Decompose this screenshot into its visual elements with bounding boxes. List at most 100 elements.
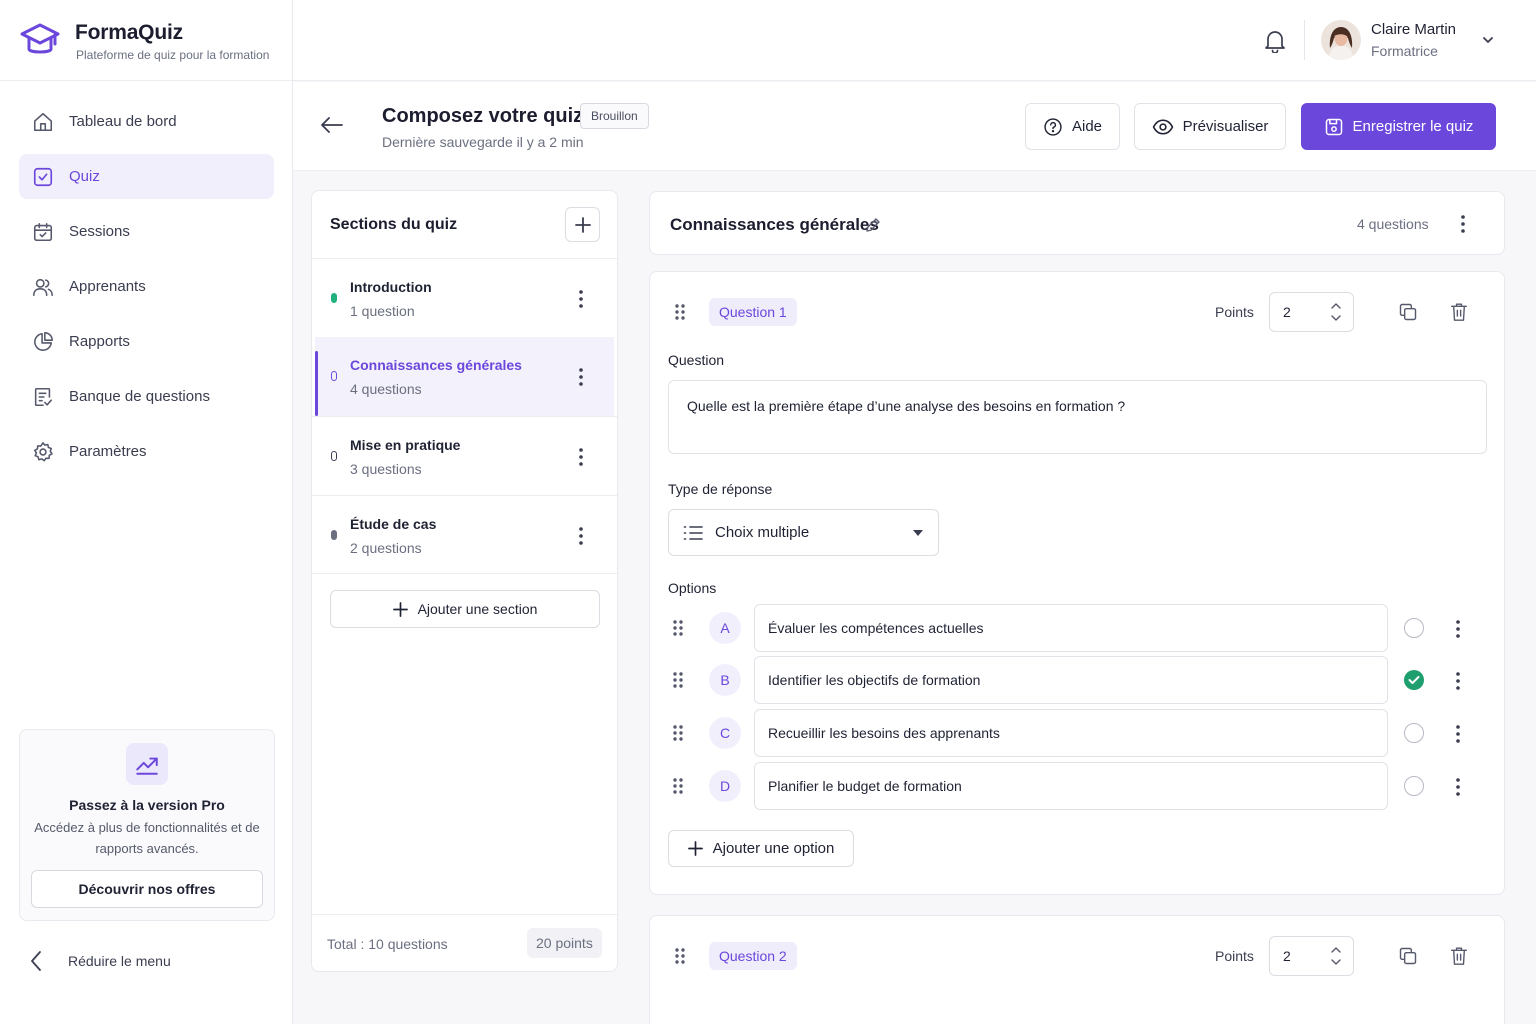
trending-up-icon — [126, 743, 168, 785]
nav-label: Apprenants — [69, 278, 146, 295]
caret-down-icon — [913, 530, 923, 536]
calendar-icon — [32, 221, 54, 243]
home-icon — [32, 111, 54, 133]
correct-answer-radio[interactable] — [1404, 723, 1424, 743]
more-vertical-icon[interactable] — [578, 289, 584, 309]
nav-label: Quiz — [69, 168, 100, 185]
points-value: 2 — [1283, 948, 1291, 964]
user-name: Claire Martin — [1371, 21, 1457, 38]
add-option-button[interactable]: Ajouter une option — [668, 830, 854, 867]
more-vertical-icon[interactable] — [578, 447, 584, 467]
question-text-input[interactable]: Quelle est la première étape d’une analy… — [668, 380, 1487, 454]
option-text-input[interactable]: Évaluer les compétences actuelles — [754, 604, 1388, 652]
discover-offers-button[interactable]: Découvrir nos offres — [31, 870, 263, 908]
brand-tagline: Plateforme de quiz pour la formation — [76, 48, 270, 62]
nav-item-rapports[interactable]: Rapports — [19, 319, 274, 364]
add-section-button[interactable]: Ajouter une section — [330, 590, 600, 628]
help-label: Aide — [1071, 118, 1103, 135]
drag-handle-icon[interactable] — [674, 303, 686, 321]
section-question-count: 4 questions — [1357, 216, 1429, 232]
section-name: Mise en pratique — [350, 437, 461, 453]
drag-handle-icon[interactable] — [672, 619, 684, 637]
correct-answer-radio[interactable] — [1404, 776, 1424, 796]
nav-item-apprenants[interactable]: Apprenants — [19, 264, 274, 309]
more-vertical-icon[interactable] — [1455, 777, 1461, 797]
options-label: Options — [668, 580, 717, 596]
drag-handle-icon[interactable] — [674, 947, 686, 965]
more-vertical-icon[interactable] — [578, 367, 584, 387]
avatar[interactable] — [1321, 20, 1361, 60]
option-row: B Identifier les objectifs de formation — [668, 656, 1488, 704]
drag-handle-icon[interactable] — [672, 777, 684, 795]
promo-title: Passez à la version Pro — [69, 797, 225, 813]
more-vertical-icon[interactable] — [1455, 671, 1461, 691]
add-section-label: Ajouter une section — [417, 601, 538, 617]
question-field-label: Question — [668, 352, 725, 368]
stepper-arrows-icon[interactable] — [1330, 945, 1342, 967]
plus-icon — [687, 841, 703, 856]
answer-type-value: Choix multiple — [715, 524, 810, 541]
drag-handle-icon[interactable] — [672, 724, 684, 742]
option-text-input[interactable]: Identifier les objectifs de formation — [754, 656, 1388, 704]
copy-icon[interactable] — [1398, 946, 1418, 966]
plus-icon — [392, 601, 408, 617]
correct-answer-radio[interactable] — [1404, 618, 1424, 638]
chevron-down-icon[interactable] — [1481, 33, 1495, 47]
option-row: A Évaluer les compétences actuelles — [668, 604, 1488, 652]
top-bar: Claire Martin Formatrice — [293, 0, 1536, 81]
save-icon — [1325, 118, 1342, 135]
option-letter: A — [709, 612, 741, 644]
nav-item-tableau-de-bord[interactable]: Tableau de bord — [19, 99, 274, 144]
option-letter: D — [709, 770, 741, 802]
chevron-left-icon — [30, 950, 42, 972]
answer-type-select[interactable]: Choix multiple — [668, 509, 939, 556]
user-role: Formatrice — [1371, 43, 1438, 59]
section-item[interactable]: Mise en pratique 3 questions — [312, 416, 617, 495]
option-text-input[interactable]: Planifier le budget de formation — [754, 762, 1388, 810]
nav-item-sessions[interactable]: Sessions — [19, 209, 274, 254]
pie-chart-icon — [32, 331, 54, 353]
help-button[interactable]: Aide — [1025, 103, 1120, 150]
plus-icon — [574, 216, 591, 233]
page-title: Composez votre quiz — [382, 105, 584, 127]
trash-icon[interactable] — [1450, 302, 1468, 322]
drag-handle-icon[interactable] — [672, 671, 684, 689]
more-vertical-icon[interactable] — [1455, 724, 1461, 744]
collapse-menu-button[interactable]: Réduire le menu — [30, 950, 171, 972]
more-vertical-icon[interactable] — [1460, 214, 1466, 234]
divider — [1304, 20, 1305, 60]
add-section-icon-button[interactable] — [565, 207, 600, 242]
copy-icon[interactable] — [1398, 302, 1418, 322]
list-icon — [683, 524, 703, 542]
trash-icon[interactable] — [1450, 946, 1468, 966]
stepper-arrows-icon[interactable] — [1330, 301, 1342, 323]
question-label: Question 1 — [709, 298, 797, 326]
nav-item-quiz[interactable]: Quiz — [19, 154, 274, 199]
last-save-text: Dernière sauvegarde il y a 2 min — [382, 134, 584, 150]
sections-footer: Total : 10 questions 20 points — [312, 914, 617, 971]
answer-type-label: Type de réponse — [668, 481, 773, 497]
section-title: Connaissances générales — [670, 215, 879, 234]
bell-icon[interactable] — [1264, 29, 1286, 53]
option-row: C Recueillir les besoins des apprenants — [668, 709, 1488, 757]
collapse-menu-label: Réduire le menu — [68, 953, 171, 969]
section-item[interactable]: Introduction 1 question — [312, 258, 617, 337]
nav-item-banque-de-questions[interactable]: Banque de questions — [19, 374, 274, 419]
preview-button[interactable]: Prévisualiser — [1134, 103, 1286, 150]
total-questions: Total : 10 questions — [327, 936, 448, 952]
save-quiz-button[interactable]: Enregistrer le quiz — [1301, 103, 1496, 150]
section-item-active[interactable]: Connaissances générales 4 questions — [315, 337, 614, 416]
correct-answer-radio-checked[interactable] — [1404, 670, 1424, 690]
section-item[interactable]: Étude de cas 2 questions — [312, 495, 617, 574]
add-option-label: Ajouter une option — [712, 840, 835, 857]
points-label: Points — [1215, 948, 1254, 964]
arrow-left-icon[interactable] — [320, 115, 344, 135]
pencil-icon[interactable] — [864, 216, 882, 234]
more-vertical-icon[interactable] — [578, 526, 584, 546]
option-text-input[interactable]: Recueillir les besoins des apprenants — [754, 709, 1388, 757]
section-count: 1 question — [350, 303, 415, 319]
sections-title: Sections du quiz — [330, 216, 458, 233]
more-vertical-icon[interactable] — [1455, 619, 1461, 639]
nav-label: Rapports — [69, 333, 130, 350]
nav-item-parametres[interactable]: Paramètres — [19, 429, 274, 474]
